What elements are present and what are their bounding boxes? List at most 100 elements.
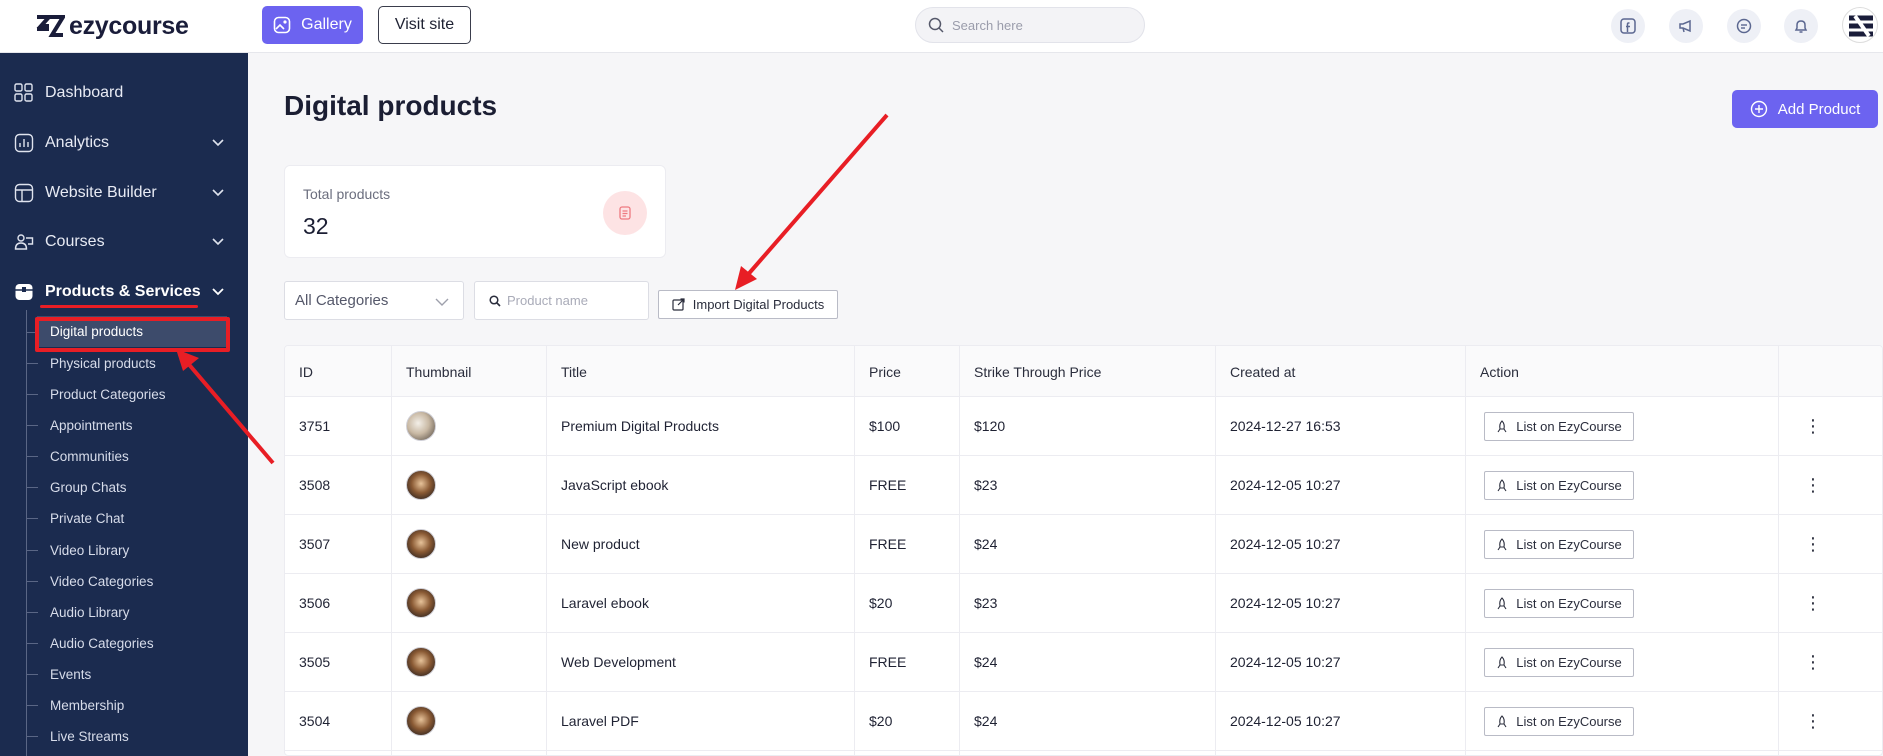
row-menu-button[interactable]: ⋮ [1804, 692, 1822, 750]
brand-name: ezycourse [69, 11, 189, 40]
sidebar-label-analytics: Analytics [45, 134, 110, 151]
list-on-ezycourse-button[interactable]: List on EzyCourse [1484, 529, 1634, 559]
submenu-tree-line [26, 310, 27, 756]
sidebar-subitem-communities[interactable]: Communities [50, 445, 129, 467]
page-title: Digital products [284, 90, 498, 121]
row-menu-button[interactable]: ⋮ [1804, 397, 1822, 455]
box-icon [15, 284, 33, 300]
cell-title[interactable]: Laravel PDF [561, 692, 639, 750]
visit-site-button[interactable]: Visit site [378, 6, 471, 44]
sidebar-subitem-physical-products[interactable]: Physical products [50, 352, 156, 374]
submenu-tick [26, 518, 38, 519]
sidebar-subitem-events[interactable]: Events [50, 663, 91, 685]
notifications-button[interactable] [1784, 9, 1818, 43]
table-row[interactable]: 3751 Premium Digital Products $100 $120 … [285, 397, 1882, 456]
cell-title[interactable]: New product [561, 515, 640, 573]
sidebar-subitem-product-categories[interactable]: Product Categories [50, 383, 166, 405]
gallery-button[interactable]: Gallery [262, 6, 363, 44]
cell-title[interactable]: Laravel ebook [561, 574, 649, 632]
cell-action: List on EzyCourse [1484, 456, 1634, 514]
import-digital-products-button[interactable]: Import Digital Products [658, 290, 838, 319]
list-on-ezycourse-button[interactable]: List on EzyCourse [1484, 588, 1634, 618]
list-on-ezycourse-button[interactable]: List on EzyCourse [1484, 706, 1634, 736]
sidebar-item-courses[interactable]: Courses [0, 222, 248, 262]
table-row[interactable]: 3505 Web Development FREE $24 2024-12-05… [285, 633, 1882, 692]
chevron-down-icon [212, 139, 224, 147]
sidebar: Dashboard Analytics Website Builder Cour… [0, 53, 248, 756]
more-vertical-icon: ⋮ [1804, 416, 1822, 436]
rocket-icon [1497, 537, 1507, 550]
sidebar-subitem-membership[interactable]: Membership [50, 694, 124, 716]
sidebar-item-dashboard[interactable]: Dashboard [0, 73, 248, 113]
list-on-ezycourse-button[interactable]: List on EzyCourse [1484, 411, 1634, 441]
table-row[interactable]: 3508 JavaScript ebook FREE $23 2024-12-0… [285, 456, 1882, 515]
column-header-id[interactable]: ID [299, 346, 313, 397]
row-menu-button[interactable]: ⋮ [1804, 633, 1822, 691]
facebook-button[interactable] [1611, 9, 1645, 43]
category-filter-select[interactable]: All Categories [284, 281, 464, 320]
submenu-tick [26, 487, 38, 488]
ezycourse-logo-icon [36, 15, 65, 37]
column-header-price[interactable]: Price [869, 346, 901, 397]
list-on-ezycourse-button[interactable]: List on EzyCourse [1484, 470, 1634, 500]
product-thumbnail [406, 411, 436, 441]
table-row[interactable]: 3507 New product FREE $24 2024-12-05 10:… [285, 515, 1882, 574]
product-name-input[interactable] [507, 293, 647, 308]
global-search[interactable] [915, 7, 1145, 43]
stat-label: Total products [303, 186, 391, 202]
sidebar-subitem-video-library[interactable]: Video Library [50, 539, 129, 561]
cell-created-at: 2024-12-05 10:27 [1230, 477, 1341, 493]
announcements-button[interactable] [1669, 9, 1703, 43]
column-header-title[interactable]: Title [561, 346, 587, 397]
sidebar-subitem-audio-library[interactable]: Audio Library [50, 601, 130, 623]
table-row[interactable]: 3506 Laravel ebook $20 $23 2024-12-05 10… [285, 574, 1882, 633]
user-avatar[interactable] [1842, 7, 1878, 43]
row-menu-button[interactable]: ⋮ [1804, 456, 1822, 514]
messages-button[interactable] [1727, 9, 1761, 43]
cell-created-at: 2024-12-05 10:27 [1230, 713, 1341, 729]
search-icon [489, 294, 501, 307]
table-header: ID Thumbnail Title Price Strike Through … [285, 346, 1882, 397]
cell-price: $20 [869, 713, 893, 729]
sidebar-item-analytics[interactable]: Analytics [0, 123, 248, 163]
cell-id: 3504 [299, 713, 331, 729]
list-on-ezycourse-button[interactable]: List on EzyCourse [1484, 647, 1634, 677]
sidebar-subitem-live-streams[interactable]: Live Streams [50, 725, 129, 747]
row-menu-button[interactable]: ⋮ [1804, 574, 1822, 632]
cell-thumbnail [406, 456, 436, 514]
column-header-thumbnail[interactable]: Thumbnail [406, 346, 471, 397]
table-row[interactable]: 3504 Laravel PDF $20 $24 2024-12-05 10:2… [285, 692, 1882, 751]
cell-id: 3507 [299, 536, 331, 552]
column-header-strike-price[interactable]: Strike Through Price [974, 346, 1101, 397]
sidebar-subitem-private-chat[interactable]: Private Chat [50, 507, 124, 529]
brand-logo[interactable]: ezycourse [35, 11, 189, 41]
cell-strike-price: $24 [974, 536, 998, 552]
global-search-input[interactable] [952, 17, 1122, 33]
grid-icon [14, 83, 33, 102]
sidebar-subitem-appointments[interactable]: Appointments [50, 414, 133, 436]
row-menu-button[interactable]: ⋮ [1804, 515, 1822, 573]
category-filter-value: All Categories [295, 292, 389, 309]
cell-strike-price: $23 [974, 595, 998, 611]
cell-action: List on EzyCourse [1484, 692, 1634, 750]
submenu-tick [26, 736, 38, 737]
sidebar-item-website-builder[interactable]: Website Builder [0, 173, 248, 213]
list-on-ezycourse-label: List on EzyCourse [1516, 418, 1622, 434]
visit-site-label: Visit site [394, 16, 455, 33]
cell-title[interactable]: Premium Digital Products [561, 397, 719, 455]
cell-title[interactable]: Web Development [561, 633, 676, 691]
more-vertical-icon: ⋮ [1804, 652, 1822, 672]
sidebar-subitem-video-categories[interactable]: Video Categories [50, 570, 153, 592]
cell-title[interactable]: JavaScript ebook [561, 456, 668, 514]
chevron-down-icon [212, 189, 224, 197]
submenu-tick [26, 456, 38, 457]
add-product-button[interactable]: Add Product [1732, 90, 1878, 128]
rocket-icon [1497, 478, 1507, 491]
sidebar-subitem-group-chats[interactable]: Group Chats [50, 476, 127, 498]
gallery-label: Gallery [301, 16, 352, 33]
submenu-tick [26, 643, 38, 644]
cell-thumbnail [406, 574, 436, 632]
sidebar-subitem-audio-categories[interactable]: Audio Categories [50, 632, 154, 654]
column-header-created-at[interactable]: Created at [1230, 346, 1295, 397]
product-name-filter[interactable] [474, 281, 649, 320]
